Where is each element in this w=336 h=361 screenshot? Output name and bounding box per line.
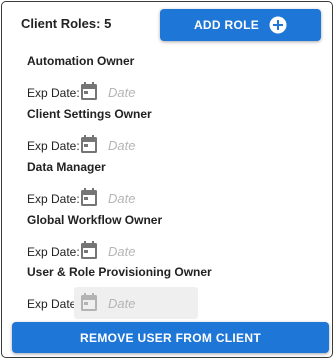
exp-date-input[interactable] bbox=[108, 135, 193, 155]
exp-date-label: Exp Date: bbox=[27, 192, 80, 206]
exp-date-input[interactable] bbox=[108, 188, 193, 208]
role-name: Automation Owner bbox=[27, 54, 135, 68]
exp-date-row: Exp Date: bbox=[27, 235, 197, 269]
plus-circle-icon bbox=[269, 16, 287, 34]
exp-date-row: Exp Date: bbox=[27, 129, 197, 163]
exp-date-input[interactable] bbox=[108, 241, 193, 261]
role-name: Client Settings Owner bbox=[27, 107, 152, 121]
exp-date-field[interactable] bbox=[74, 76, 198, 108]
calendar-icon[interactable] bbox=[81, 82, 97, 100]
remove-user-from-client-button[interactable]: REMOVE USER FROM CLIENT bbox=[12, 322, 329, 353]
role-item-user-role-provisioning-owner: User & Role Provisioning Owner Exp Date: bbox=[27, 265, 212, 319]
client-roles-panel: Client Roles: 5 ADD ROLE Automation Owne… bbox=[1, 1, 333, 358]
role-item-automation-owner: Automation Owner Exp Date: bbox=[27, 54, 193, 102]
add-role-button[interactable]: ADD ROLE bbox=[160, 9, 321, 41]
exp-date-field[interactable] bbox=[74, 129, 198, 161]
calendar-icon[interactable] bbox=[81, 188, 97, 206]
exp-date-label: Exp Date: bbox=[27, 245, 80, 259]
role-name: Global Workflow Owner bbox=[27, 213, 163, 227]
exp-date-field[interactable] bbox=[74, 182, 198, 214]
exp-date-row: Exp Date: bbox=[27, 182, 197, 216]
role-name: User & Role Provisioning Owner bbox=[27, 265, 212, 279]
exp-date-label: Exp Date: bbox=[27, 86, 80, 100]
exp-date-input[interactable] bbox=[108, 82, 193, 102]
exp-date-field-disabled bbox=[74, 287, 198, 319]
exp-date-row: Exp Date: bbox=[27, 287, 198, 321]
client-roles-count: Client Roles: 5 bbox=[21, 16, 112, 31]
role-item-client-settings-owner: Client Settings Owner Exp Date: bbox=[27, 107, 193, 155]
exp-date-field[interactable] bbox=[74, 235, 198, 267]
calendar-icon bbox=[81, 293, 97, 311]
exp-date-label: Exp Date: bbox=[27, 139, 80, 153]
calendar-icon[interactable] bbox=[81, 241, 97, 259]
exp-date-input bbox=[108, 293, 193, 313]
role-item-global-workflow-owner: Global Workflow Owner Exp Date: bbox=[27, 213, 193, 261]
exp-date-label: Exp Date: bbox=[27, 297, 80, 311]
add-role-button-label: ADD ROLE bbox=[193, 18, 260, 32]
role-item-data-manager: Data Manager Exp Date: bbox=[27, 160, 193, 208]
calendar-icon[interactable] bbox=[81, 135, 97, 153]
role-name: Data Manager bbox=[27, 160, 106, 174]
exp-date-row: Exp Date: bbox=[27, 76, 197, 110]
